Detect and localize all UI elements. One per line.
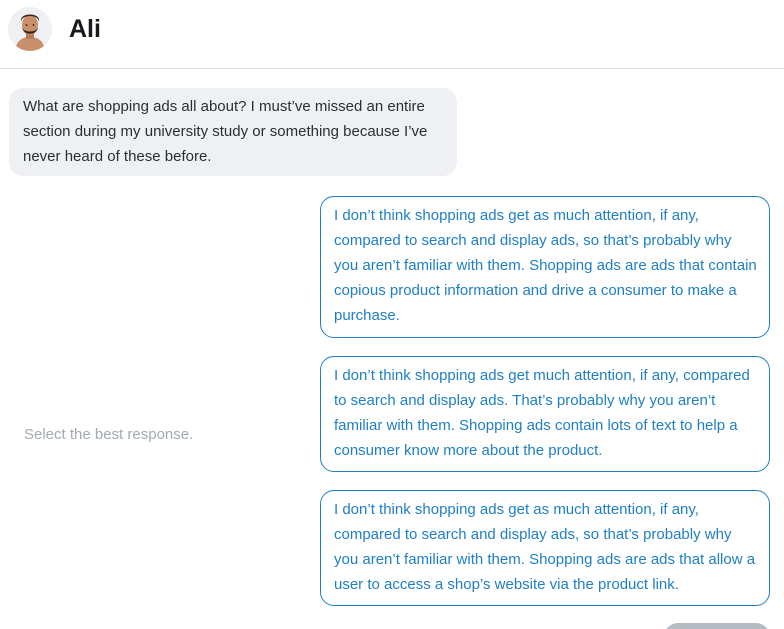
- chat-header: Ali: [0, 0, 784, 69]
- person-avatar-icon: [8, 7, 52, 51]
- avatar: [8, 7, 52, 51]
- contact-name: Ali: [69, 15, 101, 43]
- response-option-3[interactable]: I don’t think shopping ads get as much a…: [320, 490, 770, 606]
- incoming-message-bubble: What are shopping ads all about? I must’…: [9, 88, 457, 176]
- submit-button[interactable]: [664, 623, 770, 629]
- response-option-2[interactable]: I don’t think shopping ads get much atte…: [320, 356, 770, 472]
- response-prompt: Select the best response.: [24, 426, 194, 443]
- response-option-1[interactable]: I don’t think shopping ads get as much a…: [320, 196, 770, 338]
- chat-screen: Ali What are shopping ads all about? I m…: [0, 0, 784, 629]
